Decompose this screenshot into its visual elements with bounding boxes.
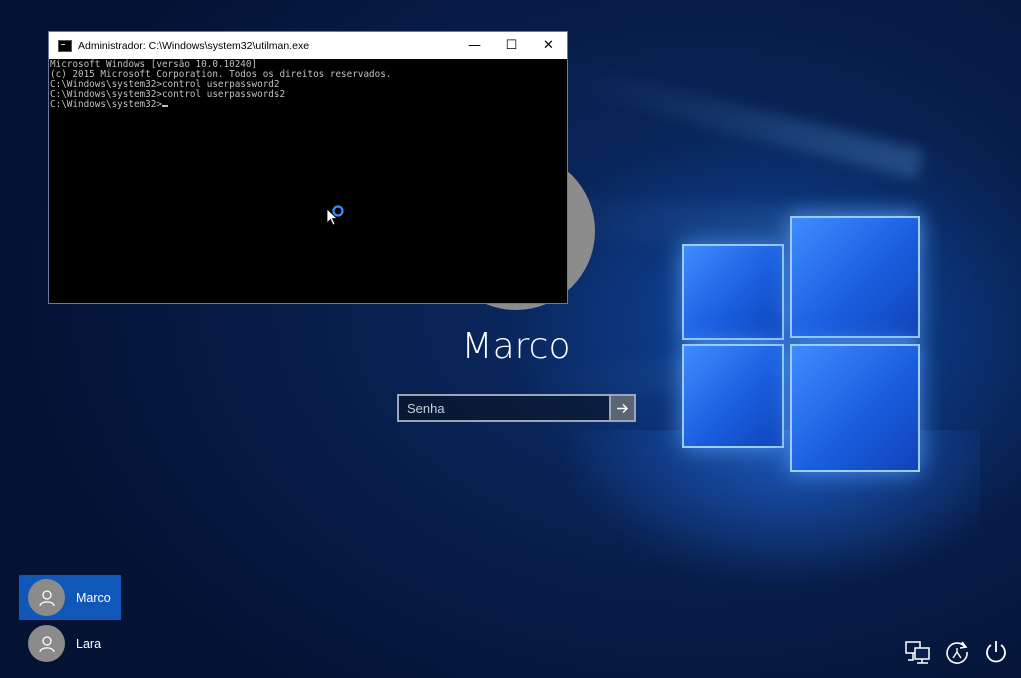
power-button[interactable] <box>982 638 1010 666</box>
network-button[interactable] <box>904 638 932 666</box>
ease-of-access-icon <box>946 641 968 664</box>
selected-username: Marco <box>461 326 571 367</box>
text-cursor <box>161 104 168 107</box>
cmd-icon <box>58 39 72 52</box>
logo-pane-top-right <box>790 216 920 338</box>
submit-button[interactable] <box>609 394 636 422</box>
logo-pane-top-left <box>682 244 784 340</box>
person-icon <box>38 589 55 606</box>
console-prompt: C:\Windows\system32> <box>50 98 162 110</box>
busy-cursor-icon <box>327 205 344 226</box>
password-input[interactable] <box>397 394 609 422</box>
close-button[interactable]: ✕ <box>530 32 567 59</box>
console-prompt-line: C:\Windows\system32> <box>50 98 567 110</box>
power-icon <box>986 641 1006 663</box>
light-beam <box>567 63 924 180</box>
cmd-console[interactable]: Microsoft Windows [versão 10.0.10240] (c)… <box>49 59 567 303</box>
close-icon: ✕ <box>543 38 554 53</box>
person-icon <box>38 635 55 652</box>
ease-of-access-button[interactable] <box>943 638 971 666</box>
network-icon <box>905 641 930 664</box>
lock-screen: Marco Administrador: C:\Windows\system32… <box>0 0 1021 678</box>
password-box <box>397 394 636 422</box>
logo-pane-bottom-right <box>790 344 920 472</box>
cmd-titlebar[interactable]: Administrador: C:\Windows\system32\utilm… <box>49 32 567 59</box>
windows-logo <box>680 214 920 472</box>
user-name: Lara <box>76 636 102 651</box>
maximize-icon: ☐ <box>505 38 518 53</box>
user-item-lara[interactable]: Lara <box>19 621 121 666</box>
maximize-button[interactable]: ☐ <box>493 32 530 59</box>
window-controls: — ☐ ✕ <box>456 32 567 59</box>
minimize-icon: — <box>468 38 481 53</box>
user-avatar <box>28 625 65 662</box>
logo-pane-bottom-left <box>682 344 784 448</box>
user-item-marco[interactable]: Marco <box>19 575 121 620</box>
minimize-button[interactable]: — <box>456 32 493 59</box>
cmd-window[interactable]: Administrador: C:\Windows\system32\utilm… <box>48 31 568 304</box>
arrow-right-icon <box>617 403 628 413</box>
user-name: Marco <box>76 590 111 605</box>
user-avatar <box>28 579 65 616</box>
cmd-window-title: Administrador: C:\Windows\system32\utilm… <box>78 39 310 52</box>
